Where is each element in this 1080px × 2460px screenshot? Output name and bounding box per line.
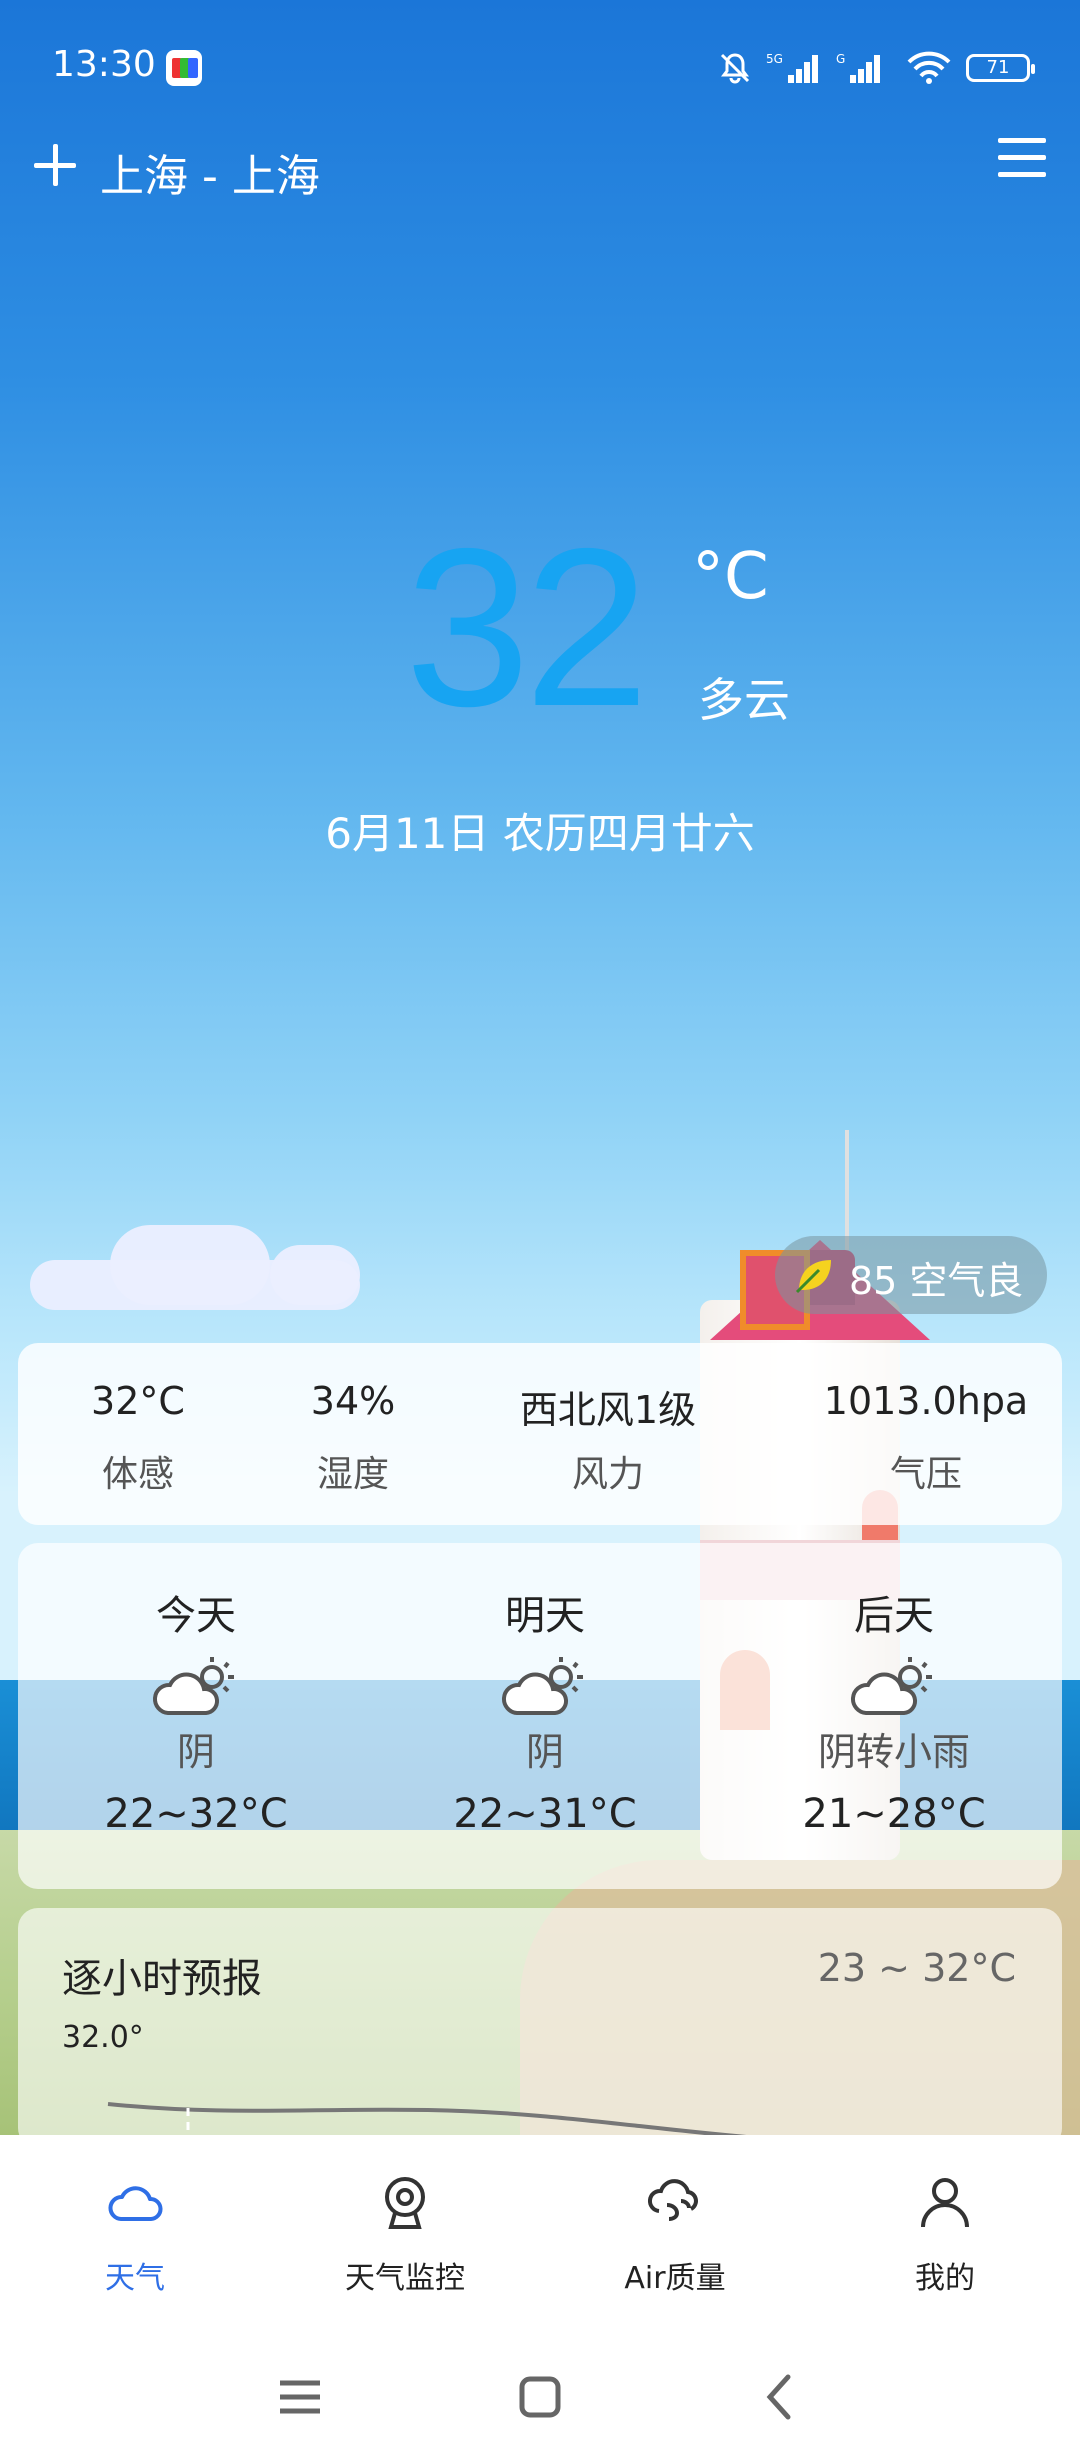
hourly-forecast-card[interactable]: 逐小时预报 23 ~ 32°C 32.0° [18, 1908, 1062, 2135]
home-button[interactable] [510, 2369, 570, 2425]
detail-value: 1013.0hpa [823, 1379, 1029, 1423]
current-temperature: 32 [405, 501, 649, 753]
mute-bell-icon [720, 53, 750, 84]
forecast-range: 21~28°C [802, 1791, 986, 1837]
current-date: 6月11日 农历四月廿六 [325, 809, 755, 858]
nav-label: 天气监控 [345, 2261, 465, 2296]
cloud-decoration [270, 1245, 360, 1305]
detail-value: 34% [310, 1379, 396, 1423]
forecast-day-name: 后天 [854, 1593, 934, 1639]
back-button[interactable] [750, 2369, 810, 2425]
forecast-range: 22~31°C [453, 1791, 637, 1837]
nav-weather[interactable]: 天气 [0, 2135, 270, 2325]
cloud-icon [108, 2186, 163, 2221]
nav-label: Air质量 [624, 2261, 726, 2296]
location-title[interactable]: 上海 - 上海 [100, 140, 320, 204]
hourly-first-value: 32.0° [62, 2020, 144, 2055]
add-city-button[interactable] [30, 140, 80, 190]
forecast-weather: 阴 [525, 1730, 564, 1774]
current-condition: 多云 [698, 673, 790, 727]
temperature-unit: °C [692, 540, 769, 614]
partly-cloudy-icon [850, 1657, 932, 1715]
forecast-day-name: 明天 [505, 1593, 585, 1639]
detail-value: 32°C [91, 1379, 185, 1423]
current-details-card: 32°C 体感 34% 湿度 西北风1级 风力 1013.0hpa 气压 [18, 1343, 1062, 1525]
air-quality-badge[interactable]: 85 空气良 [775, 1236, 1047, 1314]
leaf-icon [795, 1260, 831, 1294]
partly-cloudy-icon [152, 1657, 234, 1715]
signal-g-icon: G [836, 52, 880, 83]
signal-label: 5G [766, 52, 783, 66]
webcam-icon [385, 2177, 425, 2229]
nav-weather-monitor[interactable]: 天气监控 [270, 2135, 540, 2325]
cloud-decoration [110, 1225, 270, 1305]
status-time: 13:30 [52, 44, 156, 85]
user-icon [921, 2178, 969, 2228]
status-bar: 13:30 5G G 71 [0, 0, 1080, 130]
wind-icon [648, 2179, 698, 2221]
weather-screen: 13:30 5G G 71 上海 - 上海 32 °C 多云 6月11日 农历四… [0, 0, 1080, 2135]
bottom-navigation: 天气 天气监控 Air质量 我的 [0, 2135, 1080, 2325]
mast-decoration [845, 1130, 849, 1250]
forecast-weather: 阴 [176, 1730, 215, 1774]
nav-label: 我的 [915, 2261, 975, 2296]
status-icons: 5G G 71 [718, 48, 1035, 88]
nav-air-quality[interactable]: Air质量 [540, 2135, 810, 2325]
hourly-range: 23 ~ 32°C [817, 1946, 1016, 1990]
recent-apps-button[interactable] [270, 2369, 330, 2425]
detail-label: 风力 [571, 1454, 644, 1495]
forecast-day-name: 今天 [156, 1593, 236, 1639]
wifi-icon [907, 51, 951, 84]
nav-mine[interactable]: 我的 [810, 2135, 1080, 2325]
daily-forecast-card[interactable]: 今天 阴 22~32°C 明天 阴 22~31°C 后天 阴转小雨 21~28°… [18, 1543, 1062, 1889]
app-header: 上海 - 上海 [0, 130, 1080, 210]
app-notification-icon [166, 50, 202, 86]
hourly-title: 逐小时预报 [62, 1956, 262, 2002]
detail-label: 气压 [889, 1454, 962, 1495]
signal-label: G [836, 52, 845, 66]
nav-label: 天气 [105, 2261, 165, 2296]
forecast-weather: 阴转小雨 [817, 1730, 970, 1774]
partly-cloudy-icon [501, 1657, 583, 1715]
signal-5g-icon: 5G [766, 52, 818, 83]
system-navigation-bar [0, 2325, 1080, 2460]
hourly-temperature-line [107, 2102, 747, 2135]
forecast-range: 22~32°C [104, 1791, 288, 1837]
menu-button[interactable] [998, 138, 1046, 178]
battery-icon: 71 [966, 54, 1035, 82]
detail-label: 体感 [101, 1454, 174, 1495]
detail-value: 西北风1级 [519, 1388, 697, 1432]
detail-label: 湿度 [316, 1454, 389, 1495]
air-quality-label: 85 空气良 [849, 1259, 1024, 1303]
